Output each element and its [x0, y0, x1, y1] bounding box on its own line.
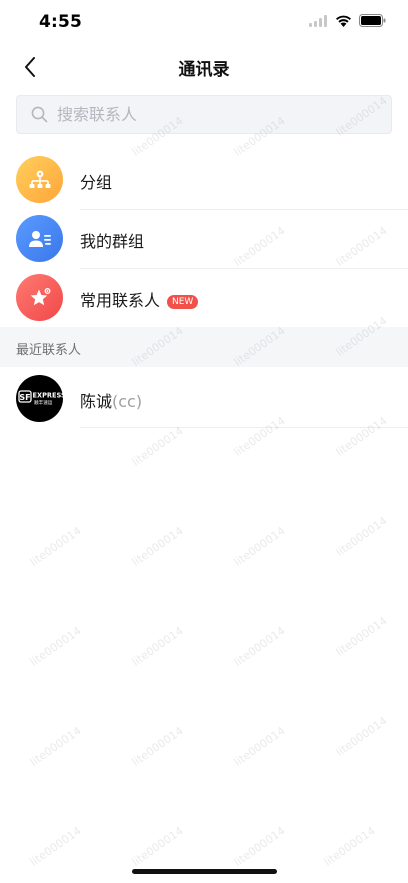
section-header-recent: 最近联系人: [0, 327, 408, 367]
watermark: lite000014: [231, 824, 288, 869]
watermark: lite000014: [129, 524, 186, 569]
watermark: lite000014: [231, 624, 288, 669]
status-time: 4:55: [39, 12, 83, 32]
watermark: lite000014: [27, 824, 84, 869]
menu-list: 分组 我的群组 常用联系人: [0, 151, 408, 328]
watermark: lite000014: [27, 524, 84, 569]
status-bar: 4:55: [0, 0, 408, 44]
watermark: lite000014: [333, 614, 390, 659]
avatar: SF EXPRESS 顺丰速运: [16, 375, 63, 422]
menu-item-my-groups[interactable]: 我的群组: [0, 210, 408, 269]
logo-mark: SF: [19, 393, 30, 402]
menu-item-favorites[interactable]: 常用联系人: [0, 269, 408, 328]
menu-item-label: 我的群组: [80, 231, 145, 251]
watermark: lite000014: [231, 724, 288, 769]
watermark: lite000014: [333, 514, 390, 559]
contact-alias: (cc): [112, 392, 143, 411]
logo-sub: 顺丰速运: [34, 399, 53, 406]
watermark: lite000014: [321, 824, 378, 869]
org-chart-icon: [16, 156, 63, 203]
group-card-icon: [16, 215, 63, 262]
divider: [80, 427, 408, 428]
home-indicator[interactable]: [132, 869, 277, 874]
status-icons: [309, 14, 386, 27]
watermark: lite000014: [333, 714, 390, 759]
menu-item-label: 常用联系人: [80, 290, 161, 310]
battery-icon: [359, 14, 386, 27]
search-input[interactable]: [57, 105, 357, 124]
watermark: lite000014: [129, 624, 186, 669]
watermark: lite000014: [27, 724, 84, 769]
sf-express-logo: SF EXPRESS 顺丰速运: [18, 390, 64, 406]
page-title: 通讯录: [178, 60, 230, 80]
star-icon: [16, 274, 63, 321]
signal-icon: [309, 14, 327, 27]
watermark: lite000014: [129, 824, 186, 869]
contact-name-text: 陈诚: [80, 392, 113, 411]
menu-item-label: 分组: [80, 172, 113, 192]
watermark: lite000014: [129, 424, 186, 469]
section-title: 最近联系人: [16, 343, 82, 358]
watermark: lite000014: [27, 624, 84, 669]
logo-text: EXPRESS: [33, 392, 64, 400]
contact-name: 陈诚(cc): [80, 388, 142, 412]
new-badge: NEW: [167, 289, 199, 309]
watermark: lite000014: [231, 524, 288, 569]
new-badge-label: NEW: [167, 295, 199, 309]
search-bar[interactable]: [16, 95, 392, 134]
wifi-icon: [336, 15, 351, 27]
search-icon: [31, 106, 48, 123]
nav-bar: 通讯录: [0, 44, 408, 88]
contact-row[interactable]: SF EXPRESS 顺丰速运 陈诚(cc): [0, 370, 408, 428]
menu-item-groups[interactable]: 分组: [0, 151, 408, 210]
watermark: lite000014: [129, 724, 186, 769]
